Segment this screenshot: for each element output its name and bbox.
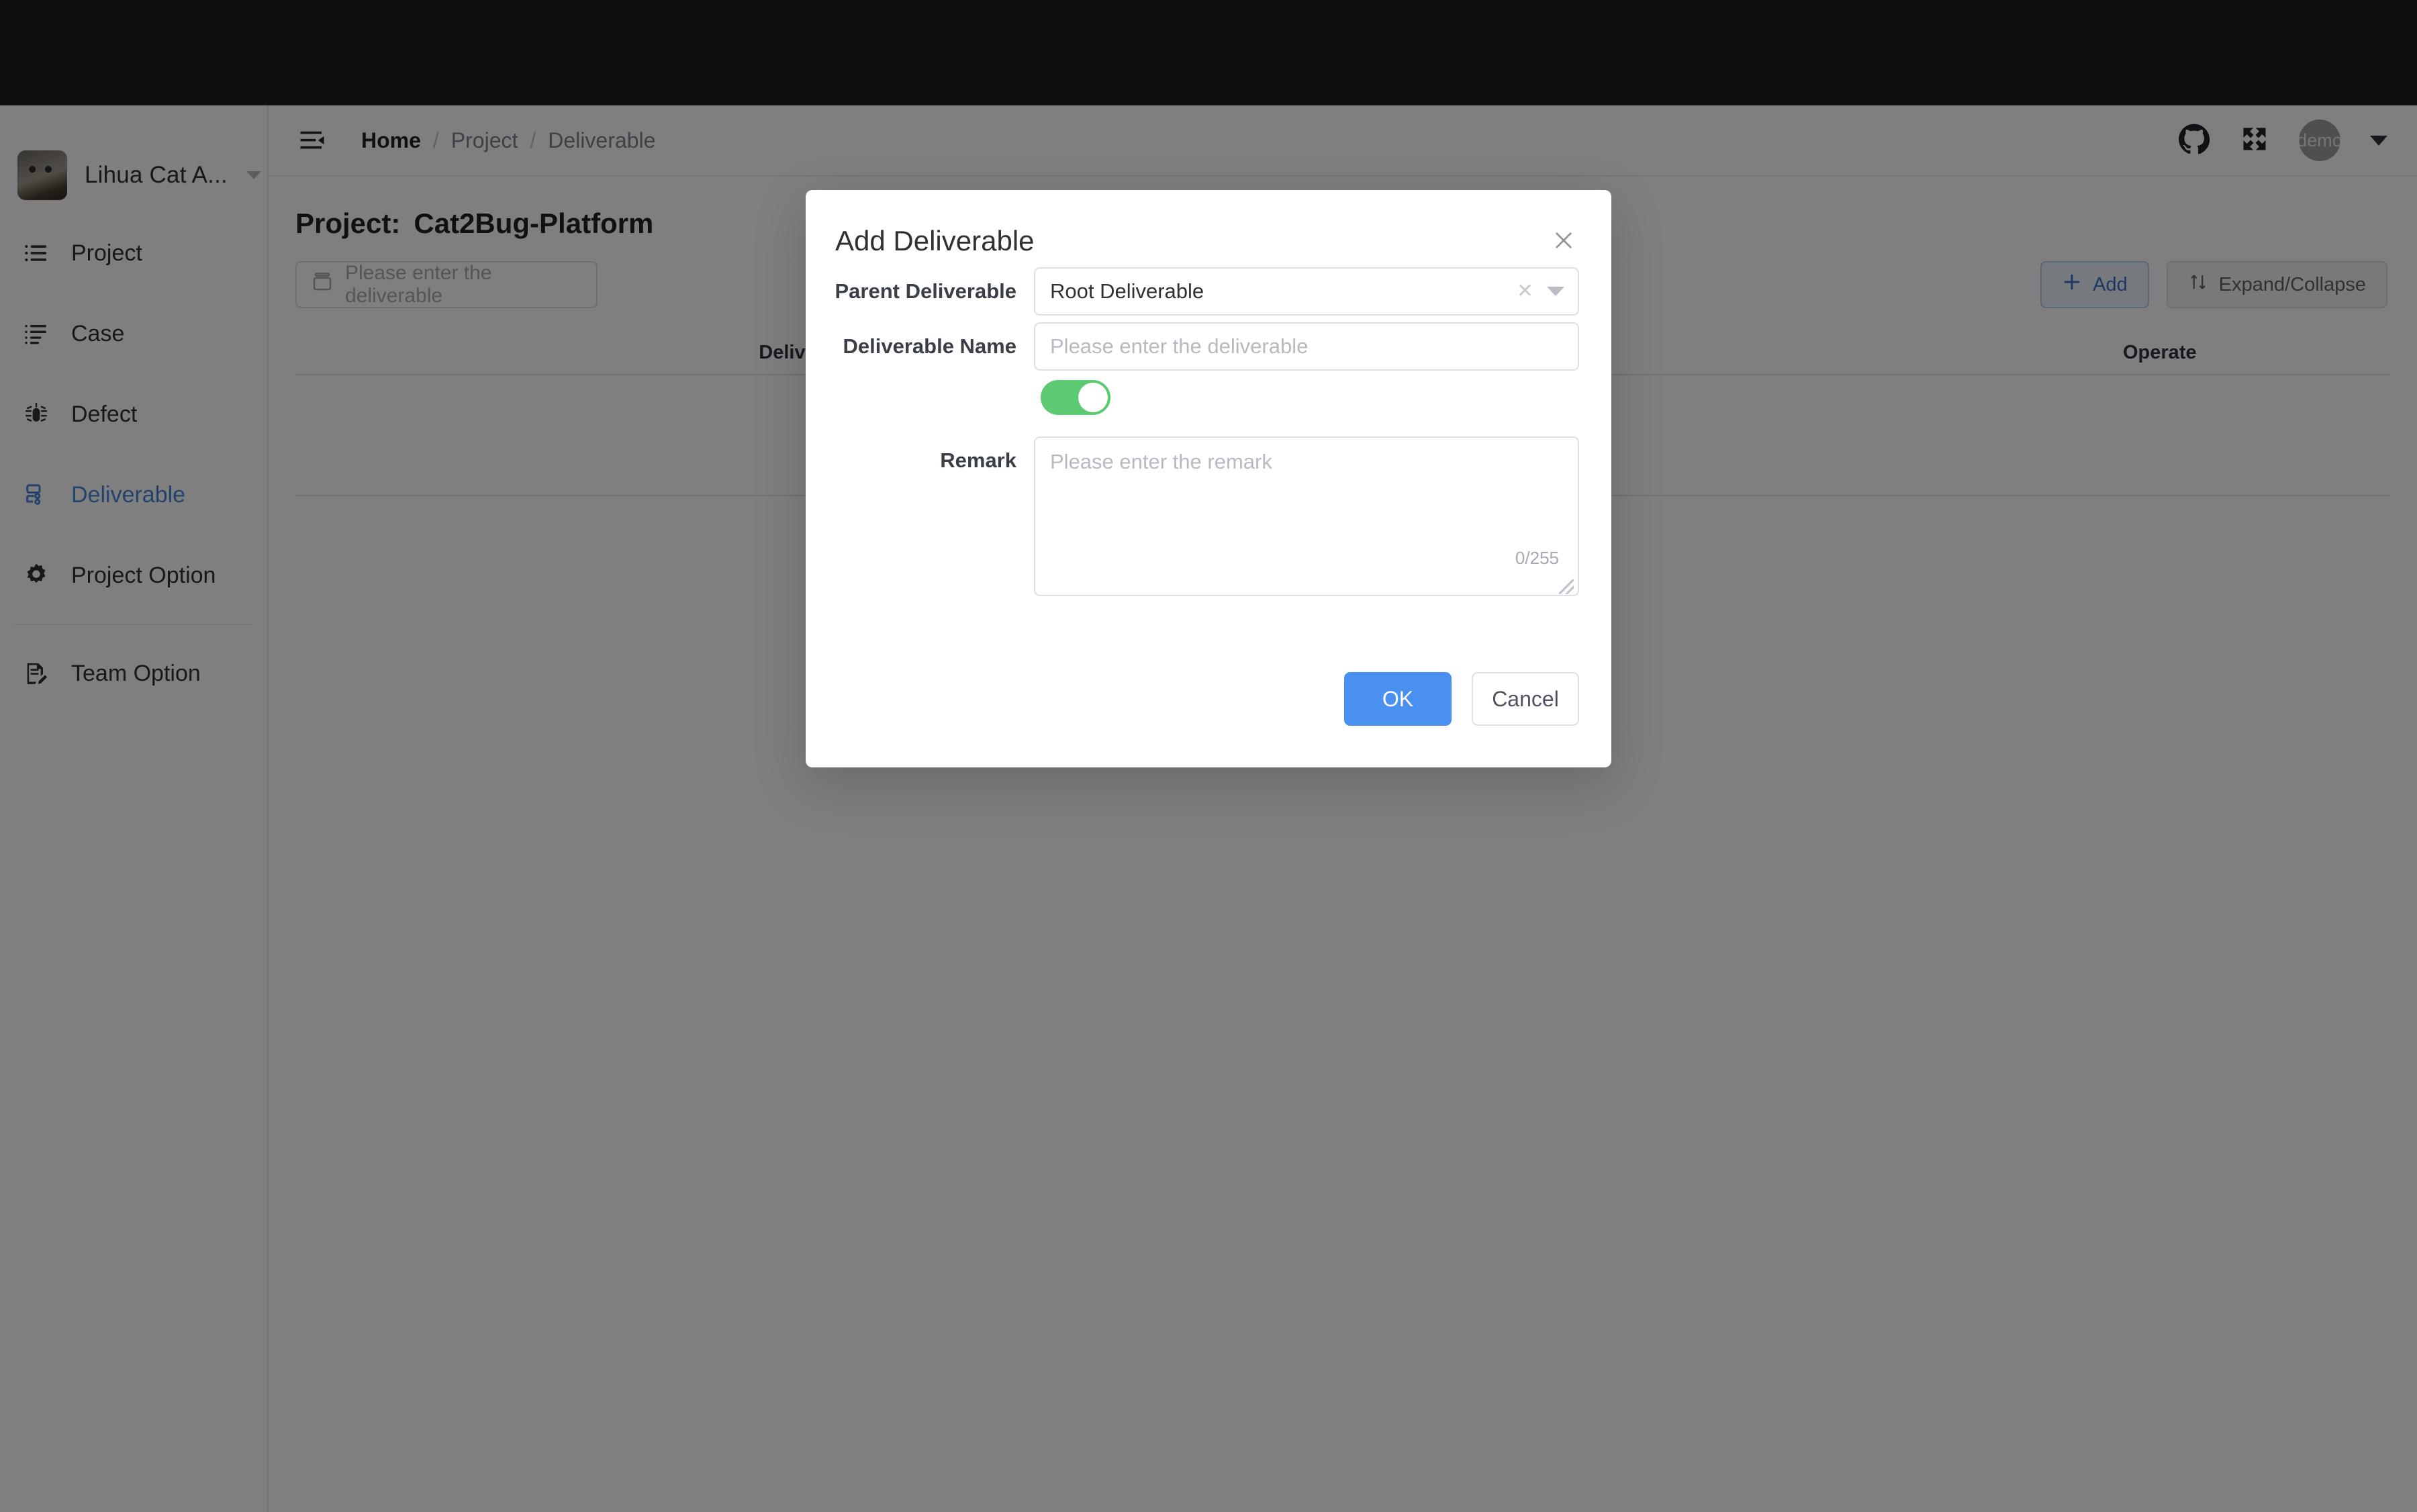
parent-deliverable-label: Parent Deliverable [835, 279, 1016, 303]
select-adornments: ✕ [1517, 267, 1564, 316]
add-deliverable-dialog: Add Deliverable Parent Deliverable ✕ Del… [806, 190, 1611, 767]
deliverable-name-input[interactable] [1034, 322, 1579, 371]
remark-textarea[interactable] [1034, 436, 1579, 596]
remark-character-counter: 0/255 [1515, 548, 1559, 568]
field-parent-deliverable: Parent Deliverable ✕ [806, 267, 1611, 316]
resize-grip[interactable] [1559, 579, 1574, 594]
parent-deliverable-value[interactable] [1034, 267, 1579, 316]
toggle-spacer [806, 380, 1034, 415]
remark-label: Remark [940, 448, 1016, 472]
modal-footer: OK Cancel [1344, 672, 1579, 726]
deliverable-name-label: Deliverable Name [843, 334, 1016, 358]
ok-button[interactable]: OK [1344, 672, 1452, 726]
close-icon[interactable] [1548, 225, 1579, 256]
modal-header: Add Deliverable [806, 190, 1611, 267]
toggle-knob [1078, 383, 1108, 412]
modal-title: Add Deliverable [835, 225, 1035, 256]
status-toggle-row [806, 380, 1611, 415]
clear-x-icon[interactable]: ✕ [1517, 281, 1533, 301]
remark-control: 0/255 [1034, 436, 1579, 600]
status-toggle[interactable] [1041, 380, 1110, 415]
cancel-button[interactable]: Cancel [1472, 672, 1579, 726]
chevron-down-icon[interactable] [1547, 287, 1564, 296]
deliverable-name-control [1034, 322, 1579, 371]
field-deliverable-name: Deliverable Name [806, 322, 1611, 371]
field-remark: Remark 0/255 [806, 436, 1611, 600]
parent-deliverable-select[interactable]: ✕ [1034, 267, 1579, 316]
